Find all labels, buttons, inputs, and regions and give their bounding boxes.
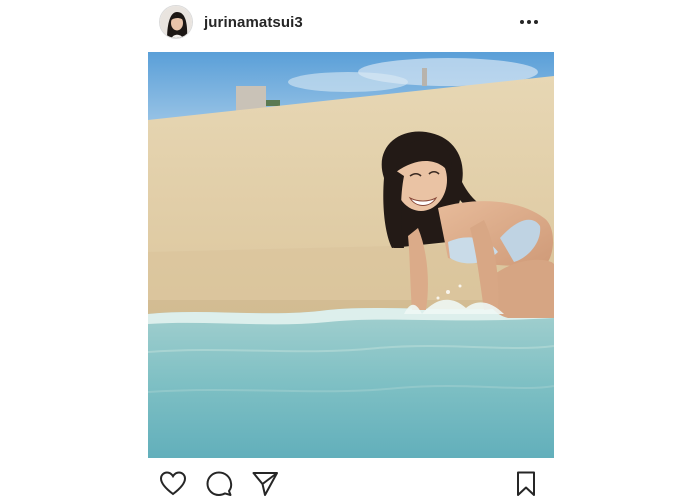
share-button[interactable]: [251, 470, 279, 498]
comment-bubble-icon: [206, 471, 233, 496]
action-bar: [148, 458, 554, 500]
username[interactable]: jurinamatsui3: [204, 14, 303, 31]
beach-photo: [148, 52, 554, 458]
save-button[interactable]: [512, 470, 540, 498]
comment-button[interactable]: [205, 470, 233, 498]
heart-icon: [159, 471, 187, 496]
avatar-image: [160, 6, 192, 38]
like-button[interactable]: [159, 470, 187, 498]
instagram-post: jurinamatsui3: [0, 0, 700, 500]
post-photo[interactable]: [148, 52, 554, 458]
bookmark-icon: [517, 471, 535, 496]
profile-avatar[interactable]: [159, 5, 193, 39]
post-header: jurinamatsui3: [148, 0, 554, 48]
paper-plane-icon: [252, 472, 278, 496]
more-options-icon[interactable]: [518, 14, 540, 30]
